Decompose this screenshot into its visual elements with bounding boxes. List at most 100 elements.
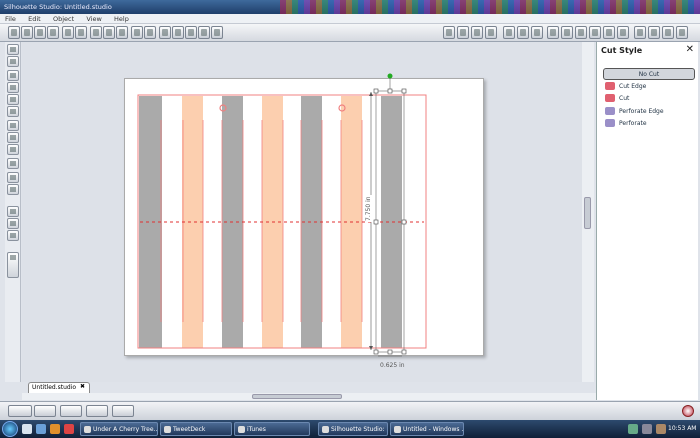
firefox-icon[interactable] — [50, 424, 60, 434]
cut-style-label: Cut — [619, 95, 630, 102]
zoom-in-icon[interactable] — [159, 26, 171, 39]
select-all-icon[interactable] — [8, 405, 32, 417]
modify-icon[interactable] — [575, 26, 587, 39]
line-style-icon[interactable] — [662, 26, 674, 39]
menu-help[interactable]: Help — [109, 14, 134, 24]
horizontal-scrollbar[interactable] — [22, 393, 596, 400]
start-button-icon[interactable] — [2, 421, 18, 437]
rectangle-tool-icon[interactable] — [7, 82, 19, 93]
knife-tool-icon[interactable] — [7, 184, 19, 195]
undo-icon[interactable] — [131, 26, 143, 39]
align-icon[interactable] — [617, 26, 629, 39]
freehand-tool-icon[interactable] — [7, 144, 19, 155]
vertical-scroll-thumb[interactable] — [584, 197, 591, 229]
tray-network-icon[interactable] — [628, 424, 638, 434]
cut-style-cut[interactable]: Cut — [603, 93, 695, 105]
menu-bar: File Edit Object View Help — [0, 14, 700, 24]
trace-icon[interactable] — [603, 26, 615, 39]
copy-icon[interactable] — [90, 26, 102, 39]
cut-scissors-icon[interactable] — [116, 26, 128, 39]
paste-icon[interactable] — [103, 26, 115, 39]
line-tool-icon[interactable] — [7, 70, 19, 81]
cut-style-cut-edge[interactable]: Cut Edge — [603, 81, 695, 93]
taskbar-clock: 10:53 AM — [668, 425, 697, 432]
fill-color-icon[interactable] — [634, 26, 646, 39]
ie-icon[interactable] — [36, 424, 46, 434]
cut-view-icon[interactable] — [7, 230, 19, 241]
new-file-icon[interactable] — [8, 26, 20, 39]
store-icon[interactable] — [443, 26, 455, 39]
line-color-icon[interactable] — [648, 26, 660, 39]
taskbar-item[interactable]: iTunes — [234, 422, 310, 436]
select-tool-icon[interactable] — [7, 44, 19, 55]
cut-style-no-cut[interactable]: No Cut — [603, 68, 695, 80]
ellipse-tool-icon[interactable] — [7, 106, 19, 117]
rotate-icon[interactable] — [561, 26, 573, 39]
cut-style-label: Perforate Edge — [619, 107, 664, 115]
text-tool-icon[interactable] — [7, 158, 19, 169]
eraser-tool-icon[interactable] — [7, 172, 19, 183]
taskbar-item[interactable]: Under A Cherry Tree... — [80, 422, 158, 436]
save-icon[interactable] — [34, 26, 46, 39]
group-icon[interactable] — [34, 405, 56, 417]
close-tab-icon[interactable]: ✖ — [80, 383, 85, 390]
redo-icon[interactable] — [144, 26, 156, 39]
cut-icon — [605, 94, 615, 102]
vertical-scrollbar[interactable] — [582, 42, 594, 382]
document-tab[interactable]: Untitled.studio ✖ — [28, 382, 90, 393]
silhouette-logo-icon — [682, 405, 694, 417]
zoom-select-icon[interactable] — [185, 26, 197, 39]
horizontal-scroll-thumb[interactable] — [252, 394, 342, 399]
document-tabs: Untitled.studio ✖ — [22, 382, 596, 393]
polygon-tool-icon[interactable] — [7, 120, 19, 131]
quicklaunch-icon[interactable] — [64, 424, 74, 434]
edit-points-icon[interactable] — [7, 56, 19, 67]
tray-volume-icon[interactable] — [642, 424, 652, 434]
curve-tool-icon[interactable] — [7, 132, 19, 143]
taskbar-item[interactable]: Silhouette Studio: U... — [318, 422, 388, 436]
taskbar-item[interactable]: TweetDeck — [160, 422, 232, 436]
cut-style-perforate[interactable]: Perforate — [603, 118, 695, 130]
delete-icon[interactable] — [60, 405, 82, 417]
cut-style-label: Perforate — [619, 120, 647, 127]
cut-style-panel: Cut Style ✕ No Cut Cut Edge Cut Perforat… — [596, 42, 698, 400]
page-area[interactable] — [124, 78, 484, 356]
cut-edge-icon — [605, 81, 615, 90]
print-cut-icon[interactable] — [75, 26, 87, 39]
design-view-icon[interactable] — [471, 26, 483, 39]
rounded-rectangle-icon[interactable] — [7, 94, 19, 105]
page-view-icon[interactable] — [7, 218, 19, 229]
grid-icon[interactable] — [503, 26, 515, 39]
menu-file[interactable]: File — [0, 14, 21, 24]
pan-hand-icon[interactable] — [198, 26, 210, 39]
zoom-out-icon[interactable] — [172, 26, 184, 39]
taskbar-item[interactable]: Untitled - Windows ... — [390, 422, 464, 436]
view-mode-icon[interactable] — [7, 206, 19, 217]
panel-title: Cut Style — [601, 46, 643, 55]
page-setup-icon[interactable] — [485, 26, 497, 39]
print-icon[interactable] — [62, 26, 74, 39]
toolbar-collapse-icon[interactable] — [7, 252, 19, 278]
replicate-icon[interactable] — [547, 26, 559, 39]
text-style-icon[interactable] — [531, 26, 543, 39]
cut-style-label: Cut Edge — [619, 82, 647, 90]
cut-style-icon[interactable] — [676, 26, 688, 39]
tray-app-icon[interactable] — [656, 424, 666, 434]
library-icon[interactable] — [457, 26, 469, 39]
save-as-icon[interactable] — [47, 26, 59, 39]
menu-edit[interactable]: Edit — [23, 14, 46, 24]
cut-style-perforate-edge[interactable]: Perforate Edge — [603, 106, 695, 118]
show-desktop-icon[interactable] — [22, 424, 32, 434]
send-to-cutter-icon[interactable] — [112, 405, 134, 417]
menu-object[interactable]: Object — [48, 14, 79, 24]
perforate-edge-icon — [605, 106, 615, 115]
fit-page-icon[interactable] — [211, 26, 223, 39]
registration-marks-icon[interactable] — [517, 26, 529, 39]
menu-view[interactable]: View — [81, 14, 106, 24]
cut-style-label: No Cut — [638, 71, 660, 78]
panel-close-icon[interactable]: ✕ — [686, 44, 694, 55]
offset-icon[interactable] — [589, 26, 601, 39]
bottom-toolbar — [0, 401, 700, 420]
weld-icon[interactable] — [86, 405, 108, 417]
open-file-icon[interactable] — [21, 26, 33, 39]
